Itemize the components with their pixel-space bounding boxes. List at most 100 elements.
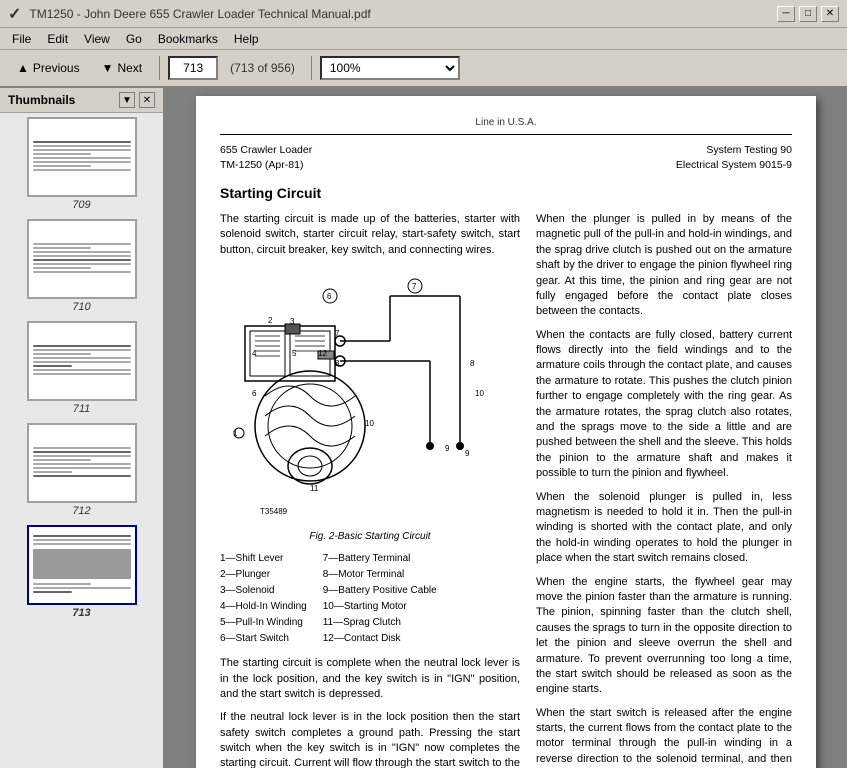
thumbnail-label-713: 713 [72,607,90,619]
header-right-line2: Electrical System 9015-9 [676,158,792,173]
right-para-5: When the start switch is released after … [536,706,792,768]
svg-text:8: 8 [335,359,340,368]
thumbnail-label-710: 710 [72,301,90,313]
svg-text:9: 9 [445,444,450,453]
part-3: 3—Solenoid [220,584,307,598]
page-input[interactable] [168,56,218,80]
restore-button[interactable]: □ [799,6,817,22]
menu-go[interactable]: Go [118,30,150,48]
previous-label: Previous [33,61,80,75]
thumbnail-img-712 [27,423,137,503]
thumbnail-711[interactable]: 711 [4,321,159,415]
sidebar-header: Thumbnails ▼ ✕ [0,88,163,113]
thumbnail-label-709: 709 [72,199,90,211]
zoom-select[interactable]: 100% 50% 75% 125% 150% 200% [320,56,460,80]
thumbnail-712[interactable]: 712 [4,423,159,517]
chevron-up-icon: ▲ [17,61,29,75]
part-12: 12—Contact Disk [323,632,437,646]
menu-view[interactable]: View [76,30,118,48]
right-para-1: When the plunger is pulled in by means o… [536,212,792,320]
sidebar-close-button[interactable]: ✕ [139,92,155,108]
menubar: File Edit View Go Bookmarks Help [0,28,847,50]
svg-text:7: 7 [412,282,417,291]
header-left-line1: 655 Crawler Loader [220,143,312,158]
sidebar-expand-button[interactable]: ▼ [119,92,135,108]
parts-col-2: 7—Battery Terminal 8—Motor Terminal 9—Ba… [323,552,437,648]
body-left-1: The starting circuit is complete when th… [220,656,520,702]
thumbnail-img-710 [27,219,137,299]
thumbnail-709[interactable]: 709 [4,117,159,211]
chevron-down-icon: ▼ [102,61,114,75]
body-left-2: If the neutral lock lever is in the lock… [220,710,520,768]
part-6: 6—Start Switch [220,632,307,646]
diagram-svg: 3 2 4 5 6 7 8 9 10 11 12 [230,266,510,526]
menu-file[interactable]: File [4,30,39,48]
minimize-button[interactable]: ─ [777,6,795,22]
part-5: 5—Pull-In Winding [220,616,307,630]
page-count: (713 of 956) [230,61,295,75]
pdf-page: Line in U.S.A. 655 Crawler Loader TM-125… [196,96,816,768]
page-header-right: System Testing 90 Electrical System 9015… [676,143,792,172]
right-para-4: When the engine starts, the flywheel gea… [536,575,792,698]
svg-text:6: 6 [327,292,332,301]
thumbnail-img-709 [27,117,137,197]
diagram-caption: Fig. 2-Basic Starting Circuit [309,530,430,544]
thumbnail-label-711: 711 [73,403,91,415]
part-10: 10—Starting Motor [323,600,437,614]
intro-text: The starting circuit is made up of the b… [220,212,520,258]
left-column: The starting circuit is made up of the b… [220,212,520,768]
part-9: 9—Battery Positive Cable [323,584,437,598]
svg-text:10: 10 [365,419,374,428]
sidebar-content: 709 710 [0,113,163,768]
sidebar-controls: ▼ ✕ [119,92,155,108]
menu-edit[interactable]: Edit [39,30,76,48]
diagram-container: 3 2 4 5 6 7 8 9 10 11 12 [220,266,520,544]
toolbar-separator-2 [311,56,312,80]
toolbar-separator [159,56,160,80]
svg-text:T35489: T35489 [260,507,288,516]
content-area: The starting circuit is made up of the b… [220,212,792,768]
part-2: 2—Plunger [220,568,307,582]
svg-text:4: 4 [252,349,257,358]
page-header-left: 655 Crawler Loader TM-1250 (Apr-81) [220,143,312,172]
pdf-viewer[interactable]: Line in U.S.A. 655 Crawler Loader TM-125… [165,88,847,768]
svg-text:10: 10 [475,389,484,398]
svg-text:7: 7 [335,329,340,338]
thumbnail-710[interactable]: 710 [4,219,159,313]
svg-text:8: 8 [470,359,475,368]
header-right-line1: System Testing 90 [676,143,792,158]
right-column: When the plunger is pulled in by means o… [536,212,792,768]
window-controls: ─ □ ✕ [777,6,839,22]
svg-text:3: 3 [290,317,295,326]
right-para-3: When the solenoid plunger is pulled in, … [536,490,792,567]
thumbnail-713[interactable]: 713 [4,525,159,619]
part-11: 11—Sprag Clutch [323,616,437,630]
close-button[interactable]: ✕ [821,6,839,22]
next-button[interactable]: ▼ Next [93,53,152,83]
main-area: Thumbnails ▼ ✕ [0,88,847,768]
thumbnail-label-712: 712 [72,505,90,517]
svg-text:6: 6 [252,389,257,398]
part-4: 4—Hold-In Winding [220,600,307,614]
previous-button[interactable]: ▲ Previous [8,53,89,83]
page-top-strip: Line in U.S.A. [220,116,792,135]
window-title: TM1250 - John Deere 655 Crawler Loader T… [29,7,370,21]
page-header: 655 Crawler Loader TM-1250 (Apr-81) Syst… [220,143,792,172]
menu-help[interactable]: Help [226,30,267,48]
right-para-2: When the contacts are fully closed, batt… [536,328,792,482]
app-logo: ✓ [8,4,21,24]
parts-list: 1—Shift Lever 2—Plunger 3—Solenoid 4—Hol… [220,552,520,648]
sidebar-title: Thumbnails [8,93,75,107]
svg-text:9: 9 [465,449,470,458]
svg-text:2: 2 [268,316,273,325]
part-8: 8—Motor Terminal [323,568,437,582]
parts-col-1: 1—Shift Lever 2—Plunger 3—Solenoid 4—Hol… [220,552,307,648]
svg-text:5: 5 [292,349,297,358]
sidebar: Thumbnails ▼ ✕ [0,88,165,768]
menu-bookmarks[interactable]: Bookmarks [150,30,226,48]
titlebar: ✓ TM1250 - John Deere 655 Crawler Loader… [0,0,847,28]
part-1: 1—Shift Lever [220,552,307,566]
svg-text:11: 11 [310,484,319,493]
toolbar: ▲ Previous ▼ Next (713 of 956) 100% 50% … [0,50,847,88]
svg-text:12: 12 [318,349,327,358]
